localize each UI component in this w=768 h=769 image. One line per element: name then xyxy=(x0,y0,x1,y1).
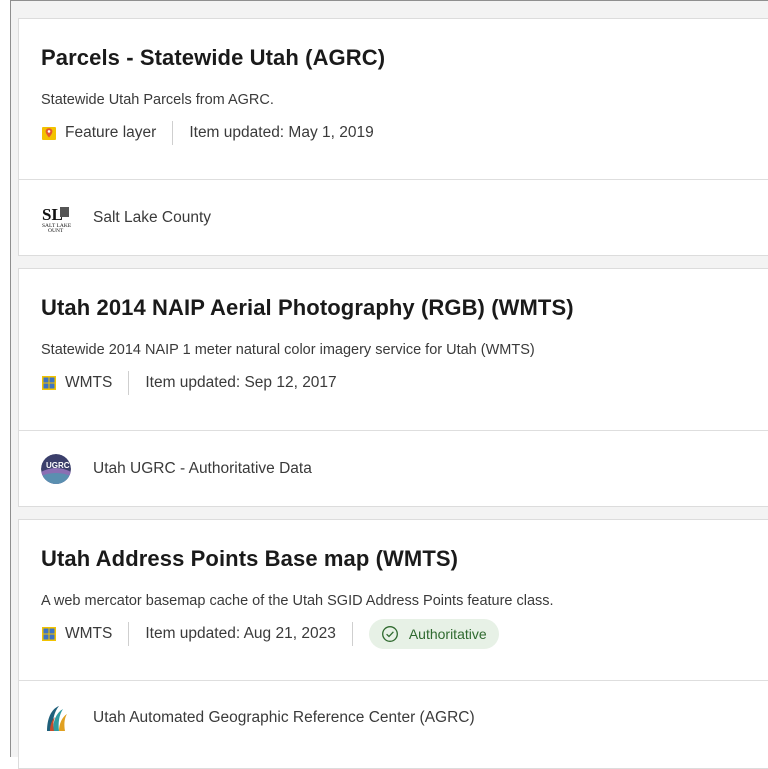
card-divider xyxy=(19,430,768,431)
item-updated: Item updated: May 1, 2019 xyxy=(189,124,374,141)
owner-link[interactable]: Utah Automated Geographic Reference Cent… xyxy=(41,701,475,735)
item-type: WMTS xyxy=(65,374,113,391)
authoritative-badge: Authoritative xyxy=(368,619,499,649)
item-type: Feature layer xyxy=(65,124,157,141)
item-updated: Item updated: Aug 21, 2023 xyxy=(145,625,336,642)
salt-lake-county-logo: SL SALT LAKE OUNT xyxy=(41,203,71,233)
meta-separator xyxy=(128,622,130,646)
result-description: Statewide Utah Parcels from AGRC. xyxy=(41,92,274,108)
item-type: WMTS xyxy=(65,625,113,642)
owner-name: Salt Lake County xyxy=(93,209,212,226)
result-title[interactable]: Parcels - Statewide Utah (AGRC) xyxy=(41,45,385,71)
meta-separator xyxy=(351,622,353,646)
result-card[interactable]: Utah Address Points Base map (WMTS) A we… xyxy=(18,519,768,769)
owner-link[interactable]: UGRC Utah UGRC - Authoritative Data xyxy=(41,452,312,486)
result-meta: Feature layer Item updated: May 1, 2019 xyxy=(41,120,374,146)
result-description: A web mercator basemap cache of the Utah… xyxy=(41,593,554,609)
result-meta: WMTS Item updated: Aug 21, 2023 Authorit… xyxy=(41,619,499,649)
agrc-logo xyxy=(41,703,71,733)
wmts-icon xyxy=(42,376,56,390)
result-card[interactable]: Utah 2014 NAIP Aerial Photography (RGB) … xyxy=(18,268,768,507)
feature-layer-icon xyxy=(42,127,56,140)
result-title[interactable]: Utah 2014 NAIP Aerial Photography (RGB) … xyxy=(41,295,574,321)
svg-text:OUNT: OUNT xyxy=(48,228,64,233)
owner-name: Utah UGRC - Authoritative Data xyxy=(93,460,312,477)
badge-label: Authoritative xyxy=(408,626,487,642)
result-description: Statewide 2014 NAIP 1 meter natural colo… xyxy=(41,342,535,358)
result-meta: WMTS Item updated: Sep 12, 2017 xyxy=(41,370,337,396)
owner-link[interactable]: SL SALT LAKE OUNT Salt Lake County xyxy=(41,201,211,235)
result-title[interactable]: Utah Address Points Base map (WMTS) xyxy=(41,546,458,572)
meta-separator xyxy=(128,371,130,395)
item-updated: Item updated: Sep 12, 2017 xyxy=(145,374,337,391)
svg-text:SL: SL xyxy=(42,205,63,224)
ugrc-logo: UGRC xyxy=(41,454,71,484)
owner-name: Utah Automated Geographic Reference Cent… xyxy=(93,709,475,726)
card-divider xyxy=(19,680,768,681)
svg-text:UGRC: UGRC xyxy=(46,461,70,470)
wmts-icon xyxy=(42,627,56,641)
result-card[interactable]: Parcels - Statewide Utah (AGRC) Statewid… xyxy=(18,18,768,256)
card-divider xyxy=(19,179,768,180)
check-circle-icon xyxy=(381,626,398,642)
meta-separator xyxy=(172,121,174,145)
